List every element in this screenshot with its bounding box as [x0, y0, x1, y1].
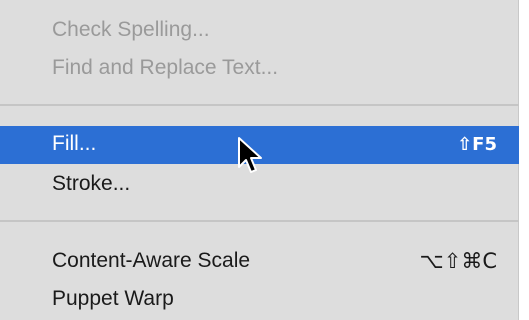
menu-item-shortcut: ⌥⇧⌘C [419, 249, 497, 273]
menu-item-label: Puppet Warp [52, 287, 174, 310]
menu-item-label: Content-Aware Scale [52, 249, 251, 272]
menu-item-label: Fill... [52, 132, 97, 155]
menu-item-content-aware-scale[interactable]: Content-Aware Scale ⌥⇧⌘C [0, 243, 519, 279]
menu-separator [0, 220, 519, 222]
menu-item-shortcut: ⇧F5 [457, 134, 497, 155]
menu-item-check-spelling[interactable]: Check Spelling... [0, 12, 519, 48]
menu-item-puppet-warp[interactable]: Puppet Warp [0, 281, 519, 317]
arrow-pointer-icon [238, 137, 262, 173]
menu-item-label: Find and Replace Text... [52, 56, 279, 79]
menu-item-label: Check Spelling... [52, 18, 210, 41]
menu-item-find-and-replace-text[interactable]: Find and Replace Text... [0, 50, 519, 86]
menu-separator [0, 104, 519, 106]
menu-item-label: Stroke... [52, 172, 131, 195]
